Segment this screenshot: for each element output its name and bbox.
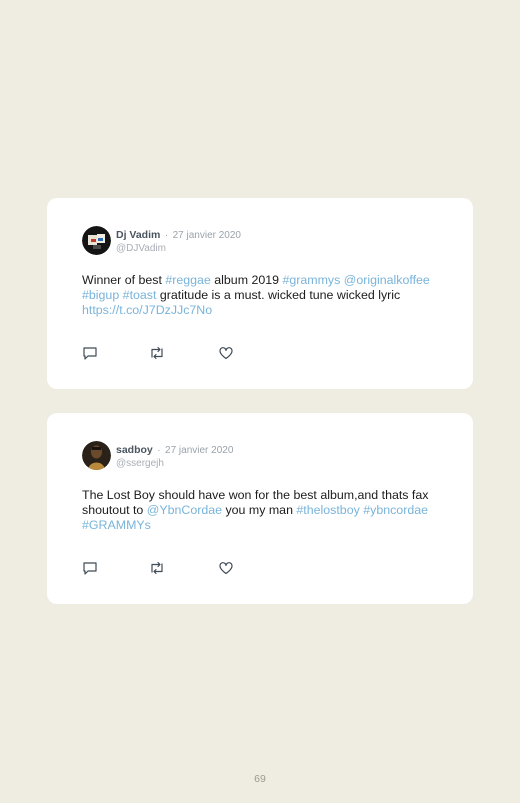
tweet-header: sadboy · 27 janvier 2020 @ssergejh	[116, 443, 233, 470]
author-handle[interactable]: @DJVadim	[116, 243, 241, 255]
tweet-text-segment: Winner of best	[82, 273, 166, 287]
hashtag-link[interactable]: #thelostboy	[296, 503, 359, 517]
retweet-icon[interactable]	[149, 346, 165, 360]
tweet-card: Dj Vadim · 27 janvier 2020 @DJVadim Winn…	[47, 198, 473, 389]
author-handle[interactable]: @ssergejh	[116, 458, 233, 470]
hashtag-link[interactable]: #bigup	[82, 288, 119, 302]
hashtag-link[interactable]: #grammys	[282, 273, 340, 287]
tweet-header: Dj Vadim · 27 janvier 2020 @DJVadim	[116, 228, 241, 255]
separator-dot: ·	[157, 445, 161, 456]
url-link[interactable]: https://t.co/J7DzJJc7No	[82, 303, 212, 317]
mention-link[interactable]: @originalkoffee	[344, 273, 430, 287]
dj-vadim-avatar[interactable]	[82, 226, 111, 255]
tweet-text-segment: you my man	[222, 503, 297, 517]
tweet-date[interactable]: 27 janvier 2020	[165, 445, 233, 456]
like-icon[interactable]	[218, 561, 234, 575]
tweet-text-segment: album 2019	[210, 273, 283, 287]
hashtag-link[interactable]: #reggae	[165, 273, 210, 287]
reply-icon[interactable]	[82, 346, 98, 360]
separator-dot: ·	[164, 230, 169, 241]
reply-icon[interactable]	[82, 561, 98, 575]
retweet-icon[interactable]	[149, 561, 165, 575]
mention-link[interactable]: @YbnCordae	[147, 503, 222, 517]
author-name[interactable]: Dj Vadim	[116, 229, 160, 241]
author-name[interactable]: sadboy	[116, 444, 153, 456]
hashtag-link[interactable]: #toast	[123, 288, 157, 302]
tweet-text: The Lost Boy should have won for the bes…	[82, 488, 442, 533]
tweet-text-segment: gratitude is a must. wicked tune wicked …	[156, 288, 401, 302]
hashtag-link[interactable]: #GRAMMYs	[82, 518, 151, 532]
page-number: 69	[254, 773, 266, 785]
like-icon[interactable]	[218, 346, 234, 360]
tweet-card: sadboy · 27 janvier 2020 @ssergejh The L…	[47, 413, 473, 604]
tweet-date[interactable]: 27 janvier 2020	[173, 230, 241, 241]
tweet-text: Winner of best #reggae album 2019 #gramm…	[82, 273, 442, 318]
hashtag-link[interactable]: #ybncordae	[363, 503, 428, 517]
sadboy-avatar[interactable]	[82, 441, 111, 470]
